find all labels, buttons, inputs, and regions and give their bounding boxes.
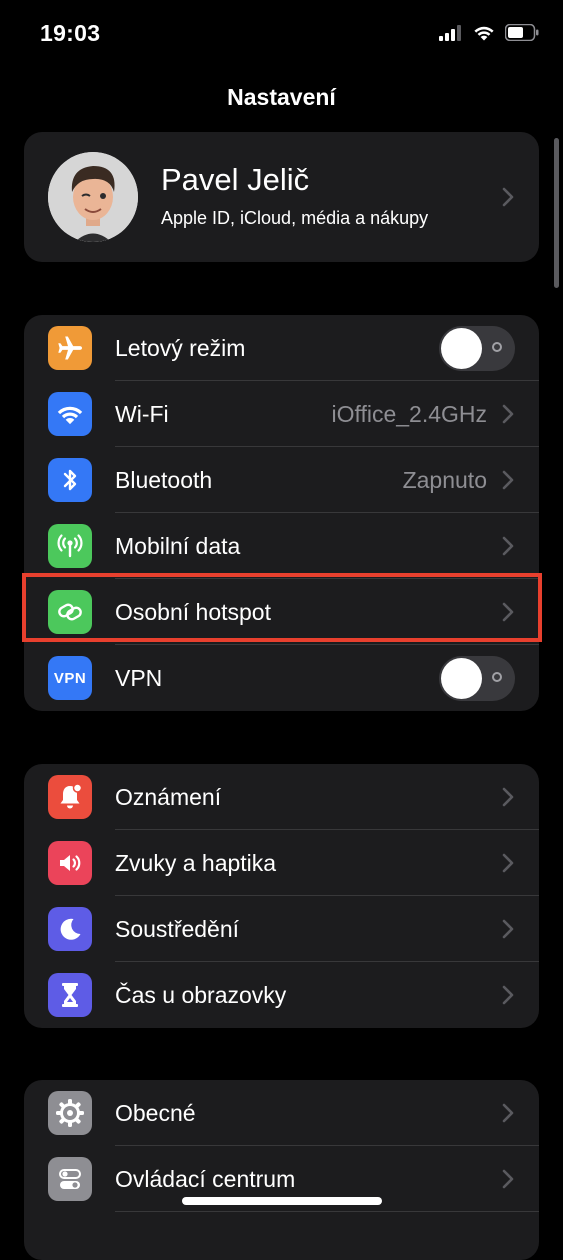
- notifications-group: Oznámení Zvuky a haptika Soustředění Čas…: [24, 764, 539, 1028]
- chevron-right-icon: [501, 1102, 515, 1124]
- chevron-right-icon: [501, 918, 515, 940]
- airplane-mode-toggle[interactable]: [439, 326, 515, 371]
- vpn-label: VPN: [115, 665, 163, 691]
- wifi-icon: [48, 392, 92, 436]
- bluetooth-status-value: Zapnuto: [402, 467, 487, 493]
- notifications-label: Oznámení: [115, 784, 222, 810]
- switches-icon: [48, 1157, 92, 1201]
- cellular-signal-icon: [439, 24, 463, 46]
- settings-row-wifi[interactable]: Wi-Fi iOffice_2.4GHz: [24, 381, 539, 447]
- airplane-mode-label: Letový režim: [115, 335, 246, 361]
- chevron-right-icon: [501, 535, 515, 557]
- vpn-icon: VPN: [48, 656, 92, 700]
- hourglass-icon: [48, 973, 92, 1017]
- profile-subtitle: Apple ID, iCloud, média a nákupy: [161, 208, 429, 228]
- page-title: Nastavení: [227, 84, 336, 110]
- settings-row-bluetooth[interactable]: Bluetooth Zapnuto: [24, 447, 539, 513]
- speaker-icon: [48, 841, 92, 885]
- sounds-haptics-label: Zvuky a haptika: [115, 850, 277, 876]
- general-group: Obecné Ovládací centrum: [24, 1080, 539, 1260]
- wifi-status-icon: [473, 24, 495, 46]
- bell-icon: [48, 775, 92, 819]
- settings-row-focus[interactable]: Soustředění: [24, 896, 539, 962]
- avatar: [48, 152, 138, 242]
- settings-row-mobile-data[interactable]: Mobilní data: [24, 513, 539, 579]
- focus-label: Soustředění: [115, 916, 240, 942]
- memoji-avatar-icon: [48, 152, 138, 242]
- moon-icon: [48, 907, 92, 951]
- apple-id-profile-card[interactable]: Pavel Jelič Apple ID, iCloud, média a ná…: [24, 132, 539, 262]
- wifi-network-value: iOffice_2.4GHz: [331, 401, 487, 427]
- vpn-toggle[interactable]: [439, 656, 515, 701]
- settings-row-general[interactable]: Obecné: [24, 1080, 539, 1146]
- chevron-right-icon: [501, 469, 515, 491]
- general-label: Obecné: [115, 1100, 196, 1126]
- mobile-data-label: Mobilní data: [115, 533, 241, 559]
- screen-time-label: Čas u obrazovky: [115, 982, 287, 1008]
- settings-row-screen-time[interactable]: Čas u obrazovky: [24, 962, 539, 1028]
- scroll-indicator: [554, 138, 559, 288]
- profile-name: Pavel Jelič: [161, 162, 310, 197]
- battery-icon: [504, 23, 539, 46]
- highlight-box: [22, 573, 542, 642]
- antenna-icon: [48, 524, 92, 568]
- chevron-right-icon: [501, 1168, 515, 1190]
- chevron-right-icon: [501, 984, 515, 1006]
- settings-row-notifications[interactable]: Oznámení: [24, 764, 539, 830]
- control-center-label: Ovládací centrum: [115, 1166, 296, 1192]
- chevron-right-icon: [501, 186, 515, 208]
- settings-row-vpn: VPN VPN: [24, 645, 539, 711]
- home-indicator[interactable]: [182, 1197, 382, 1205]
- connectivity-group: Letový režim Wi-Fi iOffice_2.4GHz Blueto…: [24, 315, 539, 711]
- wifi-label: Wi-Fi: [115, 401, 169, 427]
- status-time: 19:03: [40, 20, 101, 46]
- vpn-icon-text: VPN: [53, 669, 87, 687]
- status-icons: [439, 23, 539, 46]
- settings-row-airplane-mode: Letový režim: [24, 315, 539, 381]
- settings-row-sounds-haptics[interactable]: Zvuky a haptika: [24, 830, 539, 896]
- chevron-right-icon: [501, 852, 515, 874]
- bluetooth-icon: [48, 458, 92, 502]
- status-bar: 19:03: [0, 0, 563, 70]
- chevron-right-icon: [501, 786, 515, 808]
- airplane-icon: [48, 326, 92, 370]
- chevron-right-icon: [501, 403, 515, 425]
- bluetooth-label: Bluetooth: [115, 467, 213, 493]
- gear-icon: [48, 1091, 92, 1135]
